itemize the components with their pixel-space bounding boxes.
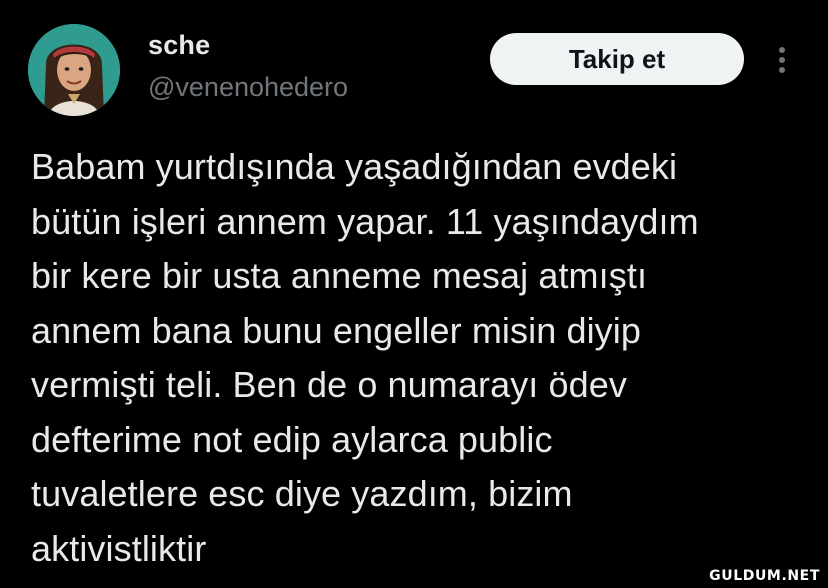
author-display-name[interactable]: sche [148,30,210,61]
avatar-photo-icon [28,24,120,116]
avatar[interactable] [28,24,120,116]
tweet-card: sche @venenohedero Takip et Babam yurtdı… [0,0,828,588]
tweet-text: Babam yurtdışında yaşadığından evdeki bü… [31,146,699,569]
watermark: GULDUM.NET [709,568,820,584]
more-vertical-icon[interactable] [770,42,794,78]
follow-button[interactable]: Takip et [490,33,744,85]
author-handle[interactable]: @venenohedero [148,72,348,103]
